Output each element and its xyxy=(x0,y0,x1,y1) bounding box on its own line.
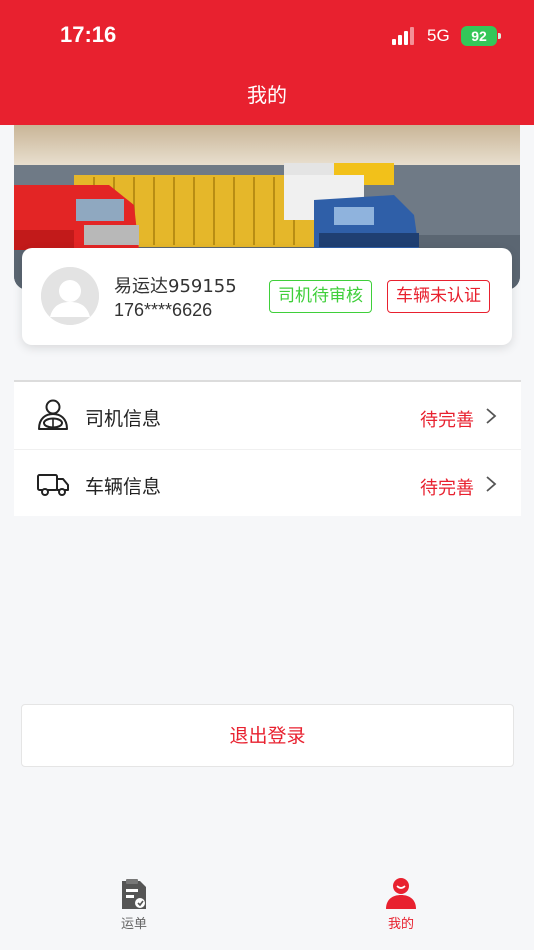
status-time: 17:16 xyxy=(60,22,117,47)
user-placeholder-icon xyxy=(41,267,99,325)
chevron-right-icon xyxy=(486,408,497,424)
logout-button[interactable]: 退出登录 xyxy=(21,704,514,767)
signal-icon xyxy=(392,27,418,45)
tab-label: 运单 xyxy=(120,917,147,932)
avatar[interactable] xyxy=(41,267,99,325)
truck-icon xyxy=(37,474,69,496)
tab-label: 我的 xyxy=(387,917,414,932)
vehicle-status-badge: 车辆未认证 xyxy=(387,280,490,313)
tab-waybill[interactable]: 运单 xyxy=(99,877,169,932)
menu-status: 待完善 xyxy=(420,410,474,431)
driver-icon xyxy=(38,399,68,430)
tab-bar: 运单 我的 xyxy=(0,862,534,950)
nav-bar: 我的 xyxy=(0,66,534,125)
menu-label: 车辆信息 xyxy=(85,476,162,498)
menu-item-driver-info[interactable]: 司机信息 待完善 xyxy=(14,382,521,450)
user-name: 易运达959155 xyxy=(114,276,237,297)
battery-icon: 92 xyxy=(461,26,501,46)
menu-status: 待完善 xyxy=(420,478,474,499)
info-menu: 司机信息 待完善 车辆信息 待完善 xyxy=(14,380,521,516)
driver-status-badge: 司机待审核 xyxy=(269,280,372,313)
user-phone: 176****6626 xyxy=(114,300,213,320)
battery-level: 92 xyxy=(471,28,487,44)
menu-label: 司机信息 xyxy=(85,408,162,430)
network-type: 5G xyxy=(427,26,450,45)
user-icon xyxy=(386,878,416,909)
tab-mine[interactable]: 我的 xyxy=(366,877,436,932)
chevron-right-icon xyxy=(486,476,497,492)
page-title: 我的 xyxy=(247,83,287,107)
profile-card[interactable]: 易运达959155 176****6626 司机待审核 车辆未认证 xyxy=(22,248,512,345)
menu-item-vehicle-info[interactable]: 车辆信息 待完善 xyxy=(14,450,521,516)
waybill-icon xyxy=(122,879,146,909)
status-bar: 17:16 5G 92 xyxy=(0,0,534,66)
logout-label: 退出登录 xyxy=(229,725,306,747)
